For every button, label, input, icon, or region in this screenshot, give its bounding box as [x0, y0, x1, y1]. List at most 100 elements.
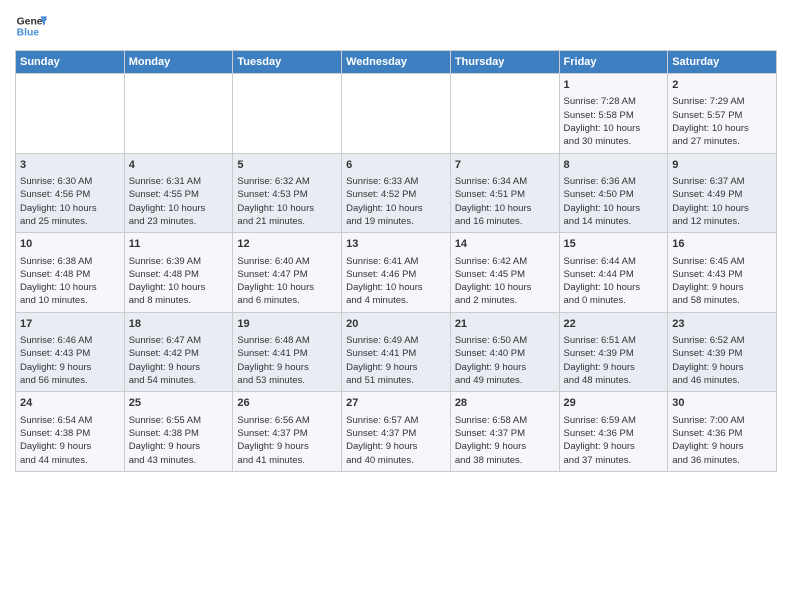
- day-info: Daylight: 10 hours: [672, 202, 772, 215]
- day-info: Sunset: 4:43 PM: [672, 268, 772, 281]
- day-info: Sunset: 4:44 PM: [564, 268, 664, 281]
- day-info: Sunset: 4:36 PM: [672, 427, 772, 440]
- day-number: 15: [564, 237, 664, 252]
- day-info: Sunrise: 7:28 AM: [564, 95, 664, 108]
- day-info: Daylight: 9 hours: [455, 361, 555, 374]
- day-info: Sunrise: 6:55 AM: [129, 414, 229, 427]
- day-number: 14: [455, 237, 555, 252]
- day-info: Sunset: 4:53 PM: [237, 188, 337, 201]
- day-number: 24: [20, 396, 120, 411]
- svg-text:Blue: Blue: [17, 28, 40, 39]
- logo: General Blue: [15, 10, 47, 42]
- column-header-saturday: Saturday: [668, 51, 777, 74]
- day-info: Daylight: 10 hours: [564, 122, 664, 135]
- day-info: Sunrise: 6:42 AM: [455, 255, 555, 268]
- calendar-cell: [450, 74, 559, 154]
- day-info: Sunset: 4:48 PM: [129, 268, 229, 281]
- day-info: Sunset: 4:41 PM: [237, 347, 337, 360]
- day-info: Sunrise: 6:41 AM: [346, 255, 446, 268]
- calendar-cell: 24Sunrise: 6:54 AMSunset: 4:38 PMDayligh…: [16, 392, 125, 472]
- day-info: and 58 minutes.: [672, 294, 772, 307]
- day-info: Sunset: 4:43 PM: [20, 347, 120, 360]
- day-info: Sunrise: 6:48 AM: [237, 334, 337, 347]
- day-info: Daylight: 9 hours: [672, 440, 772, 453]
- day-info: Daylight: 10 hours: [455, 281, 555, 294]
- day-info: Daylight: 9 hours: [237, 361, 337, 374]
- day-info: and 56 minutes.: [20, 374, 120, 387]
- day-info: Daylight: 9 hours: [129, 440, 229, 453]
- calendar-cell: 25 Sunrise: 6:55 AMSunset: 4:38 PMDayligh…: [124, 392, 233, 472]
- day-info: Daylight: 9 hours: [346, 440, 446, 453]
- day-info: Sunset: 4:41 PM: [346, 347, 446, 360]
- day-info: Sunrise: 6:36 AM: [564, 175, 664, 188]
- day-info: and 46 minutes.: [672, 374, 772, 387]
- calendar-cell: [342, 74, 451, 154]
- day-info: Sunset: 4:47 PM: [237, 268, 337, 281]
- column-header-wednesday: Wednesday: [342, 51, 451, 74]
- calendar-cell: 11Sunrise: 6:39 AMSunset: 4:48 PMDayligh…: [124, 233, 233, 313]
- day-number: 9: [672, 158, 772, 173]
- logo-icon: General Blue: [15, 10, 47, 42]
- calendar-cell: 20Sunrise: 6:49 AMSunset: 4:41 PMDayligh…: [342, 312, 451, 392]
- day-number: 7: [455, 158, 555, 173]
- day-info: and 12 minutes.: [672, 215, 772, 228]
- day-info: and 38 minutes.: [455, 454, 555, 467]
- column-header-monday: Monday: [124, 51, 233, 74]
- day-info: and 4 minutes.: [346, 294, 446, 307]
- day-info: Daylight: 9 hours: [672, 361, 772, 374]
- calendar-cell: 19Sunrise: 6:48 AMSunset: 4:41 PMDayligh…: [233, 312, 342, 392]
- calendar-cell: 15Sunrise: 6:44 AMSunset: 4:44 PMDayligh…: [559, 233, 668, 313]
- calendar-cell: [124, 74, 233, 154]
- calendar-cell: 27Sunrise: 6:57 AMSunset: 4:37 PMDayligh…: [342, 392, 451, 472]
- day-number: 27: [346, 396, 446, 411]
- day-info: Sunset: 4:37 PM: [237, 427, 337, 440]
- day-info: Daylight: 10 hours: [455, 202, 555, 215]
- day-info: Daylight: 10 hours: [346, 281, 446, 294]
- day-info: and 0 minutes.: [564, 294, 664, 307]
- day-info: and 23 minutes.: [129, 215, 229, 228]
- day-info: and 30 minutes.: [564, 135, 664, 148]
- day-info: Daylight: 9 hours: [672, 281, 772, 294]
- calendar-cell: 3Sunrise: 6:30 AMSunset: 4:56 PMDaylight…: [16, 153, 125, 233]
- day-info: Sunrise: 6:40 AM: [237, 255, 337, 268]
- day-info: Sunrise: 6:44 AM: [564, 255, 664, 268]
- calendar-cell: 30Sunrise: 7:00 AMSunset: 4:36 PMDayligh…: [668, 392, 777, 472]
- day-info: Sunset: 4:39 PM: [564, 347, 664, 360]
- day-info: and 41 minutes.: [237, 454, 337, 467]
- day-number: 23: [672, 317, 772, 332]
- day-number: 1: [564, 78, 664, 93]
- day-info: Daylight: 9 hours: [237, 440, 337, 453]
- day-info: Sunset: 4:50 PM: [564, 188, 664, 201]
- day-number: 2: [672, 78, 772, 93]
- day-number: 25: [129, 396, 229, 411]
- day-info: Sunrise: 7:00 AM: [672, 414, 772, 427]
- calendar-cell: 21Sunrise: 6:50 AMSunset: 4:40 PMDayligh…: [450, 312, 559, 392]
- day-info: Daylight: 10 hours: [672, 122, 772, 135]
- calendar-cell: 26Sunrise: 6:56 AMSunset: 4:37 PMDayligh…: [233, 392, 342, 472]
- day-number: 6: [346, 158, 446, 173]
- day-info: and 16 minutes.: [455, 215, 555, 228]
- day-info: Sunrise: 6:45 AM: [672, 255, 772, 268]
- day-info: and 49 minutes.: [455, 374, 555, 387]
- day-info: Daylight: 9 hours: [20, 361, 120, 374]
- day-info: and 54 minutes.: [129, 374, 229, 387]
- day-info: Daylight: 10 hours: [20, 202, 120, 215]
- day-info: Sunrise: 6:34 AM: [455, 175, 555, 188]
- day-number: 5: [237, 158, 337, 173]
- calendar-cell: 18Sunrise: 6:47 AMSunset: 4:42 PMDayligh…: [124, 312, 233, 392]
- day-number: 4: [129, 158, 229, 173]
- day-info: and 2 minutes.: [455, 294, 555, 307]
- day-info: and 19 minutes.: [346, 215, 446, 228]
- calendar-cell: 1 Sunrise: 7:28 AMSunset: 5:58 PMDaylight…: [559, 74, 668, 154]
- week-row-1: 1Sunrise: 7:28 AMSunset: 5:58 PMDaylight…: [16, 74, 777, 154]
- day-info: and 44 minutes.: [20, 454, 120, 467]
- calendar-cell: 16Sunrise: 6:45 AMSunset: 4:43 PMDayligh…: [668, 233, 777, 313]
- day-info: Daylight: 10 hours: [129, 202, 229, 215]
- day-info: Sunrise: 6:47 AM: [129, 334, 229, 347]
- day-info: and 53 minutes.: [237, 374, 337, 387]
- day-info: Sunset: 4:45 PM: [455, 268, 555, 281]
- day-info: Daylight: 9 hours: [564, 440, 664, 453]
- day-info: Sunset: 5:58 PM: [564, 109, 664, 122]
- calendar-cell: 6Sunrise: 6:33 AMSunset: 4:52 PMDaylight…: [342, 153, 451, 233]
- day-info: Sunset: 4:38 PM: [129, 427, 229, 440]
